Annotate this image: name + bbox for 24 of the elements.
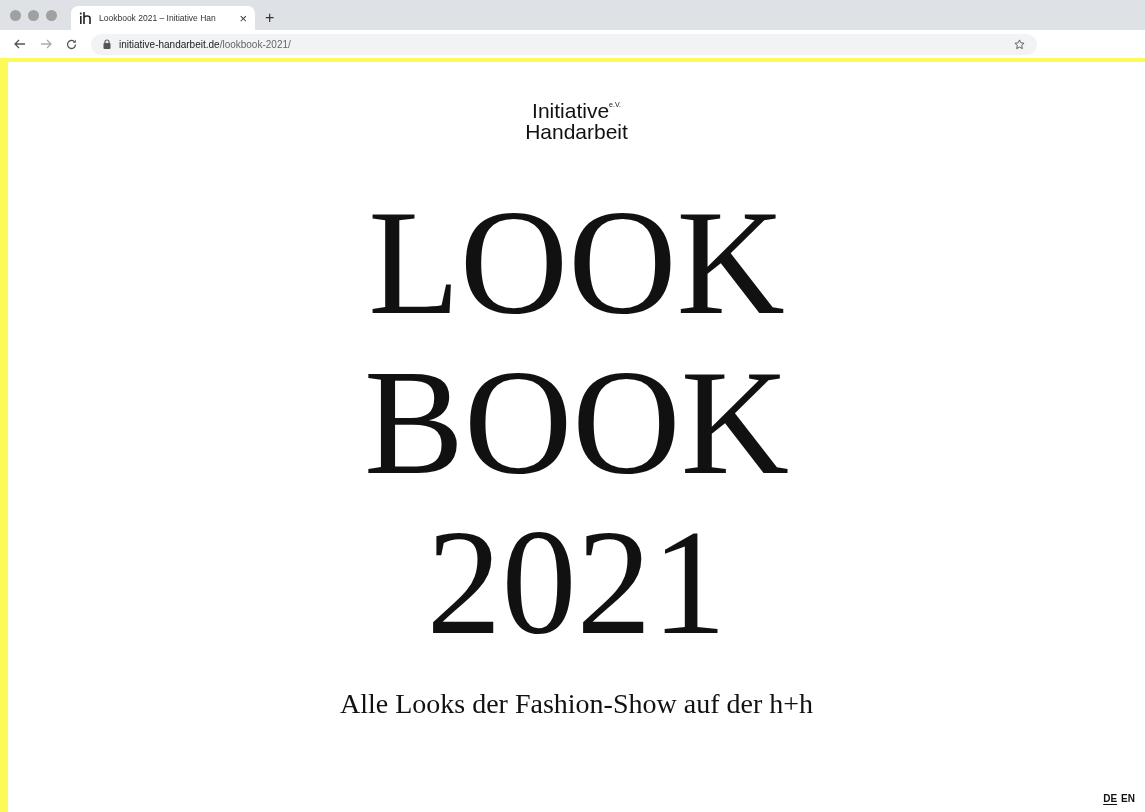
headline-text: BOOK bbox=[364, 342, 789, 502]
url-domain: initiative-handarbeit.de bbox=[119, 38, 220, 50]
reload-icon[interactable] bbox=[66, 38, 77, 50]
window-control-icon[interactable] bbox=[10, 9, 21, 21]
tab-close-button[interactable]: × bbox=[239, 11, 247, 25]
browser-tab[interactable]: Lookbook 2021 – Initiative Han × bbox=[71, 6, 255, 30]
window-control-icon[interactable] bbox=[28, 9, 39, 21]
back-arrow-icon[interactable] bbox=[14, 39, 26, 49]
language-link[interactable]: DE bbox=[1103, 793, 1118, 804]
tab-title: Lookbook 2021 – Initiative Han bbox=[99, 13, 217, 23]
window-control-icon[interactable] bbox=[46, 9, 57, 21]
headline-text: LOOK bbox=[368, 182, 785, 342]
subtitle-text: Alle Looks der Fashion-Show auf der h+h bbox=[339, 688, 813, 720]
headline-text: 2021 bbox=[426, 502, 727, 662]
logo-text: Initiative bbox=[532, 100, 610, 121]
lock-icon bbox=[103, 39, 111, 49]
forward-arrow-icon[interactable] bbox=[40, 39, 52, 49]
site-favicon-icon bbox=[79, 12, 93, 24]
url-path: /lookbook-2021/ bbox=[219, 38, 291, 50]
logo-text: Handarbeit bbox=[525, 121, 628, 142]
address-field[interactable]: initiative-handarbeit.de/lookbook-2021/ bbox=[91, 33, 1037, 55]
bookmark-star-icon[interactable] bbox=[1014, 38, 1025, 50]
language-link[interactable]: EN bbox=[1121, 793, 1135, 804]
new-tab-button[interactable]: + bbox=[265, 6, 275, 30]
